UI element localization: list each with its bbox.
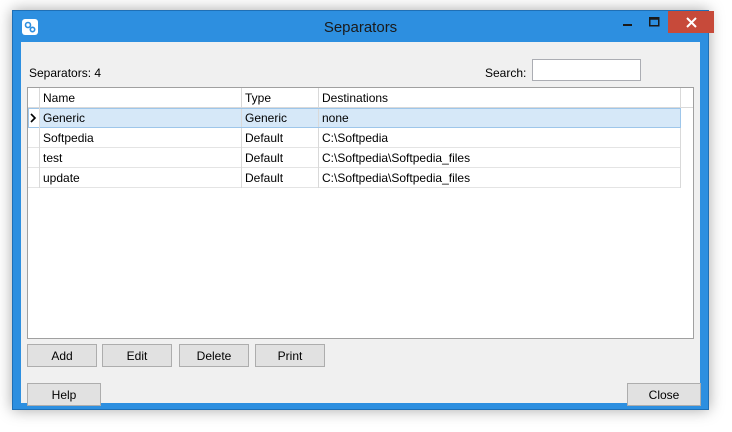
row-selector[interactable] [28,148,40,168]
row-selector[interactable] [28,108,40,128]
close-button[interactable]: Close [627,383,701,406]
cell-type[interactable]: Default [242,148,319,168]
search-label: Search: [485,66,527,80]
cell-type[interactable]: Default [242,168,319,188]
cell-destinations[interactable]: none [319,108,681,128]
cell-name[interactable]: Softpedia [40,128,242,148]
help-button[interactable]: Help [27,383,101,406]
separators-grid[interactable]: Name Type Destinations Generic Generic n… [27,87,694,339]
table-row[interactable]: Softpedia Default C:\Softpedia [28,128,681,148]
column-header-type[interactable]: Type [242,88,319,108]
cell-name[interactable]: test [40,148,242,168]
search-input[interactable] [532,59,641,81]
cell-name[interactable]: update [40,168,242,188]
grid-header: Name Type Destinations [28,88,693,108]
minimize-button[interactable] [614,11,641,33]
maximize-button[interactable] [641,11,668,33]
cell-destinations[interactable]: C:\Softpedia\Softpedia_files [319,168,681,188]
row-selector[interactable] [28,168,40,188]
table-row[interactable]: Generic Generic none [28,108,681,128]
cell-destinations[interactable]: C:\Softpedia\Softpedia_files [319,148,681,168]
maximize-icon [649,17,660,27]
separators-window: Separators Separators: 4 Search: Name Ty… [12,10,714,410]
edit-button[interactable]: Edit [102,344,172,367]
close-icon [685,16,697,28]
table-row[interactable]: update Default C:\Softpedia\Softpedia_fi… [28,168,681,188]
cell-name[interactable]: Generic [40,108,242,128]
separator-count-label: Separators: 4 [29,66,102,80]
column-header-name[interactable]: Name [40,88,242,108]
delete-button[interactable]: Delete [179,344,249,367]
cell-type[interactable]: Generic [242,108,319,128]
close-window-button[interactable] [668,11,714,33]
print-button[interactable]: Print [255,344,325,367]
cell-destinations[interactable]: C:\Softpedia [319,128,681,148]
row-header-corner [28,88,40,108]
dialog-body: Separators: 4 Search: Name Type Destinat… [21,42,701,406]
title-bar[interactable]: Separators [13,11,714,43]
table-row[interactable]: test Default C:\Softpedia\Softpedia_file… [28,148,681,168]
add-button[interactable]: Add [27,344,97,367]
row-selector[interactable] [28,128,40,148]
minimize-icon [622,24,632,26]
window-title: Separators [323,19,398,36]
current-row-arrow-icon [30,113,37,123]
cell-type[interactable]: Default [242,128,319,148]
column-header-destinations[interactable]: Destinations [319,88,681,108]
